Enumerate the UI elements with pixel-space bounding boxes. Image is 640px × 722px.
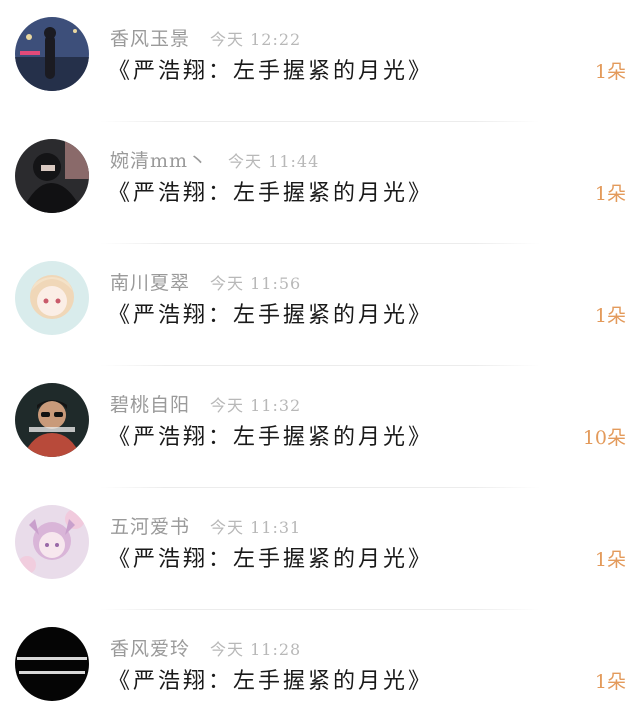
timestamp: 今天 11:32 [210,396,302,415]
item-meta: 五河爱书 今天 11:31 [110,514,301,540]
username[interactable]: 婉清mm丶 [110,150,208,172]
item-title[interactable]: 《严浩翔：左手握紧的月光》 [108,300,433,332]
timestamp: 今天 11:28 [210,640,302,659]
username[interactable]: 五河爱书 [110,516,190,538]
flower-count: 1朵 [594,549,626,571]
flower-count: 1朵 [594,61,626,83]
item-meta: 南川夏翠 今天 11:56 [110,270,301,296]
item-title[interactable]: 《严浩翔：左手握紧的月光》 [108,544,433,576]
timestamp: 今天 11:56 [210,274,302,293]
item-title[interactable]: 《严浩翔：左手握紧的月光》 [108,178,433,210]
username[interactable]: 香风玉景 [110,28,190,50]
item-meta: 香风玉景 今天 12:22 [110,26,301,52]
username[interactable]: 碧桃自阳 [110,394,190,416]
list-item[interactable]: 碧桃自阳 今天 11:32 《严浩翔：左手握紧的月光》 10朵 [0,366,640,488]
list-item[interactable]: 婉清mm丶 今天 11:44 《严浩翔：左手握紧的月光》 1朵 [0,122,640,244]
flower-count: 1朵 [594,305,626,327]
black-text-avatar-icon[interactable] [15,627,89,701]
item-meta: 碧桃自阳 今天 11:32 [110,392,301,418]
anime-girl-icon[interactable] [15,261,89,335]
username[interactable]: 香风爱玲 [110,638,190,660]
timestamp: 今天 11:31 [210,518,302,537]
list-item[interactable]: 香风玉景 今天 12:22 《严浩翔：左手握紧的月光》 1朵 [0,0,640,122]
item-meta: 婉清mm丶 今天 11:44 [110,148,319,174]
item-title[interactable]: 《严浩翔：左手握紧的月光》 [108,56,433,88]
item-title[interactable]: 《严浩翔：左手握紧的月光》 [108,422,433,454]
dark-hooded-person-icon[interactable] [15,139,89,213]
list-item[interactable]: 香风爱玲 今天 11:28 《严浩翔：左手握紧的月光》 1朵 [0,610,640,722]
item-meta: 香风爱玲 今天 11:28 [110,636,301,662]
timestamp: 今天 11:44 [228,152,320,171]
username[interactable]: 南川夏翠 [110,272,190,294]
item-title[interactable]: 《严浩翔：左手握紧的月光》 [108,666,433,698]
pink-anime-girl-icon[interactable] [15,505,89,579]
list-item[interactable]: 南川夏翠 今天 11:56 《严浩翔：左手握紧的月光》 1朵 [0,244,640,366]
timestamp: 今天 12:22 [210,30,302,49]
flower-count: 1朵 [594,183,626,205]
boy-with-sunglasses-icon[interactable] [15,383,89,457]
list-item[interactable]: 五河爱书 今天 11:31 《严浩翔：左手握紧的月光》 1朵 [0,488,640,610]
girl-at-night-icon[interactable] [15,17,89,91]
flower-count: 10朵 [582,427,626,449]
comment-list: 香风玉景 今天 12:22 《严浩翔：左手握紧的月光》 1朵 婉清mm丶 今天 11… [0,0,640,722]
flower-count: 1朵 [594,671,626,693]
